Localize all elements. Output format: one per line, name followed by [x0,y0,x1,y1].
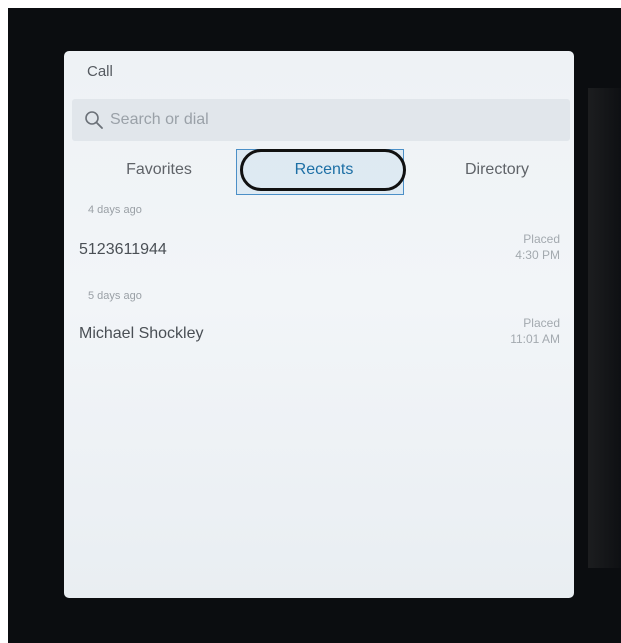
tab-directory[interactable]: Directory [442,153,552,187]
call-panel: Call Favorites Recents Directory 4 days … [64,51,574,598]
recent-call-meta: Placed 11:01 AM [510,315,560,347]
search-bar[interactable] [72,99,570,141]
tab-bar: Favorites Recents Directory [64,145,574,195]
tab-favorites[interactable]: Favorites [104,153,214,187]
device-screen: Call Favorites Recents Directory 4 days … [8,8,621,643]
search-icon [85,111,103,129]
search-input[interactable] [110,106,550,134]
recent-call-item[interactable]: 5123611944 Placed 4:30 PM [64,225,574,273]
recent-call-status: Placed [523,316,560,330]
recents-section-label: 4 days ago [88,204,142,216]
recent-call-item[interactable]: Michael Shockley Placed 11:01 AM [64,309,574,357]
recent-call-name: Michael Shockley [79,325,204,342]
recent-call-time: 4:30 PM [515,248,560,262]
recent-call-time: 11:01 AM [510,332,560,346]
recents-section-label: 5 days ago [88,290,142,302]
tab-recents[interactable]: Recents [242,153,406,187]
recent-call-status: Placed [523,232,560,246]
recent-call-name: 5123611944 [79,241,167,258]
recent-call-meta: Placed 4:30 PM [515,231,560,263]
panel-title: Call [87,63,113,80]
